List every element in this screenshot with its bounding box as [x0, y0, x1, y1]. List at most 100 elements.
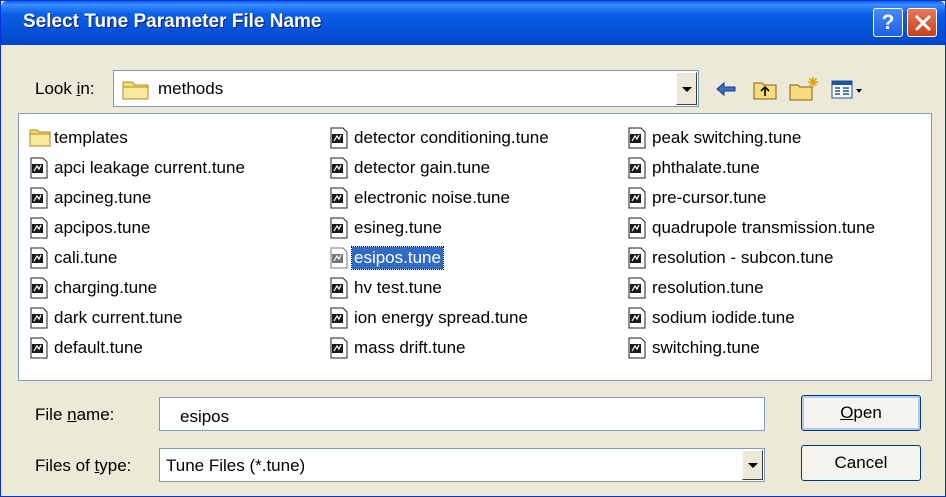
look-in-value: methods [158, 79, 224, 98]
file-name-text: ion energy spread.tune [354, 308, 528, 327]
file-item[interactable]: charging.tune [29, 276, 159, 300]
file-name-text: detector gain.tune [354, 158, 491, 177]
chevron-down-icon [748, 463, 758, 468]
tune-file-icon [29, 247, 49, 269]
look-in-label: Look in: [35, 79, 95, 98]
tune-file-icon [329, 277, 349, 299]
file-item[interactable]: sodium iodide.tune [627, 306, 797, 330]
tune-file-icon [627, 127, 647, 149]
file-item[interactable]: pre-cursor.tune [627, 186, 768, 210]
file-item[interactable]: quadrupole transmission.tune [627, 216, 877, 240]
file-item[interactable]: apcipos.tune [29, 216, 152, 240]
file-dialog: Select Tune Parameter File Name ? Look i… [0, 0, 946, 497]
file-name-text: resolution - subcon.tune [652, 248, 834, 267]
help-button[interactable]: ? [873, 8, 903, 37]
tune-file-icon [627, 187, 647, 209]
view-menu-button[interactable] [829, 74, 877, 104]
new-folder-icon [789, 77, 818, 101]
tune-file-icon [29, 337, 49, 359]
tune-file-icon [29, 307, 49, 329]
file-item[interactable]: default.tune [29, 336, 145, 360]
tune-file-icon [627, 337, 647, 359]
tune-file-icon [329, 217, 349, 239]
view-menu-icon [831, 80, 862, 99]
tune-file-icon [627, 247, 647, 269]
file-name-text: esipos.tune [351, 246, 444, 270]
file-name-text: quadrupole transmission.tune [652, 218, 876, 237]
tune-file-icon [627, 157, 647, 179]
file-item[interactable]: apcineg.tune [29, 186, 153, 210]
file-name-label: File name: [35, 405, 115, 424]
tune-file-icon [29, 277, 49, 299]
close-button[interactable] [907, 8, 937, 37]
chevron-down-icon [682, 87, 692, 92]
file-item[interactable]: esineg.tune [329, 216, 444, 240]
file-type-combo[interactable]: Tune Files (*.tune) [159, 448, 765, 482]
tune-file-icon [329, 337, 349, 359]
file-name-text: phthalate.tune [652, 158, 760, 177]
folder-icon [29, 127, 51, 149]
tune-file-icon [329, 127, 349, 149]
tune-file-icon [29, 217, 49, 239]
file-item[interactable]: switching.tune [627, 336, 762, 360]
up-folder-icon [753, 82, 777, 100]
folder-item[interactable]: templates [29, 126, 130, 150]
file-item[interactable]: esipos.tune [329, 246, 444, 270]
file-name-text: detector conditioning.tune [354, 128, 549, 147]
file-name-text: mass drift.tune [354, 338, 466, 357]
file-item[interactable]: detector gain.tune [329, 156, 492, 180]
file-name-text: electronic noise.tune [354, 188, 510, 207]
file-item[interactable]: resolution.tune [627, 276, 766, 300]
back-button[interactable] [713, 74, 739, 104]
file-name-text: cali.tune [54, 248, 118, 267]
title-bar[interactable]: Select Tune Parameter File Name ? [1, 1, 945, 45]
tune-file-icon [329, 157, 349, 179]
file-item[interactable]: apci leakage current.tune [29, 156, 247, 180]
file-name-input[interactable] [159, 397, 765, 431]
tune-file-icon [329, 247, 349, 269]
file-item[interactable]: hv test.tune [329, 276, 444, 300]
new-folder-button[interactable] [787, 74, 821, 104]
file-name-text: dark current.tune [54, 308, 183, 327]
up-one-level-button[interactable] [751, 74, 779, 104]
file-item[interactable]: electronic noise.tune [329, 186, 512, 210]
file-name-text: default.tune [54, 338, 143, 357]
open-button[interactable]: Open [801, 395, 921, 431]
cancel-button[interactable]: Cancel [801, 445, 921, 481]
folder-icon [122, 81, 149, 100]
file-name-text: esineg.tune [354, 218, 442, 237]
file-name-text: apcineg.tune [54, 188, 152, 207]
file-name-text: apcipos.tune [54, 218, 151, 237]
file-type-value: Tune Files (*.tune) [166, 456, 306, 475]
file-list[interactable]: templates apci leakage current.tune apcine… [18, 113, 932, 381]
file-name-text: hv test.tune [354, 278, 442, 297]
file-item[interactable]: phthalate.tune [627, 156, 762, 180]
file-item[interactable]: resolution - subcon.tune [627, 246, 835, 270]
file-name-text: resolution.tune [652, 278, 764, 297]
file-item[interactable]: cali.tune [29, 246, 119, 270]
tune-file-icon [329, 187, 349, 209]
tune-file-icon [29, 187, 49, 209]
file-name-text: sodium iodide.tune [652, 308, 795, 327]
dialog-title: Select Tune Parameter File Name [23, 11, 322, 32]
file-item[interactable]: dark current.tune [29, 306, 185, 330]
tune-file-icon [627, 277, 647, 299]
file-name-text: apci leakage current.tune [54, 158, 245, 177]
tune-file-icon [627, 307, 647, 329]
file-type-dropdown-button[interactable] [742, 450, 763, 480]
tune-file-icon [627, 217, 647, 239]
file-item[interactable]: peak switching.tune [627, 126, 803, 150]
back-arrow-icon [716, 81, 736, 97]
file-item[interactable]: mass drift.tune [329, 336, 468, 360]
look-in-combo[interactable]: methods [113, 70, 699, 107]
close-icon [915, 15, 931, 31]
file-name-text: switching.tune [652, 338, 760, 357]
tune-file-icon [29, 157, 49, 179]
file-name-text: templates [54, 128, 128, 147]
file-name-text: charging.tune [54, 278, 158, 297]
file-item[interactable]: ion energy spread.tune [329, 306, 530, 330]
look-in-dropdown-button[interactable] [676, 72, 697, 105]
file-item[interactable]: detector conditioning.tune [329, 126, 551, 150]
file-name-text: peak switching.tune [652, 128, 802, 147]
file-type-label: Files of type: [35, 456, 132, 475]
